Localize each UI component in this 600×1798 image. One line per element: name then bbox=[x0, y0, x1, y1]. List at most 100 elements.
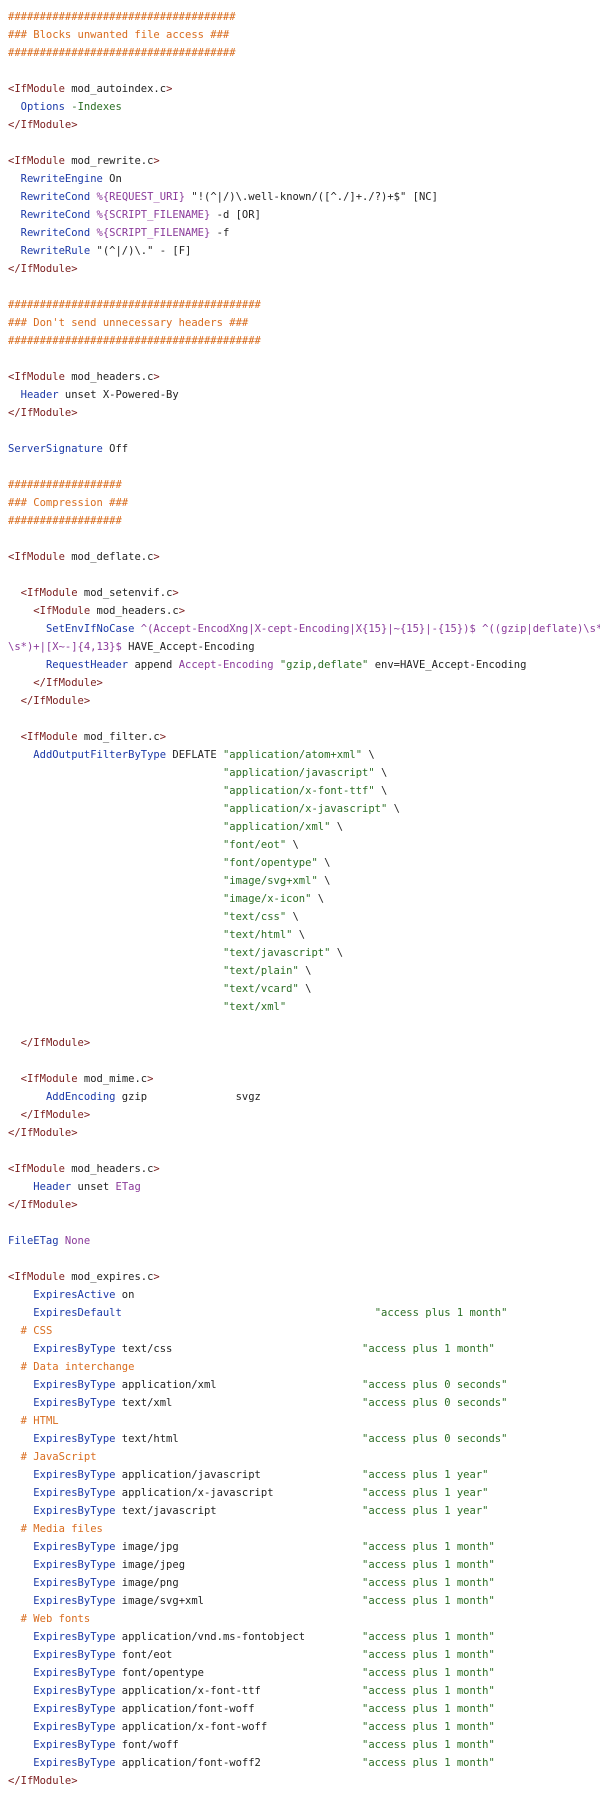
code-line: ### Blocks unwanted file access ### bbox=[8, 26, 600, 44]
code-string: "access plus 1 year" bbox=[362, 1505, 489, 1517]
code-comment: ######################################## bbox=[8, 335, 261, 347]
code-directive: ExpiresByType bbox=[33, 1379, 116, 1391]
code-text: mod_headers.c bbox=[64, 1163, 154, 1175]
code-directive: ExpiresByType bbox=[33, 1631, 116, 1643]
code-line: "image/svg+xml" \ bbox=[8, 872, 600, 890]
code-line: <IfModule mod_expires.c> bbox=[8, 1268, 600, 1286]
code-line: # Media files bbox=[8, 1520, 600, 1538]
code-line: ExpiresByType application/x-font-woff "a… bbox=[8, 1718, 600, 1736]
code-line: "image/x-icon" \ bbox=[8, 890, 600, 908]
code-line: ExpiresByType font/eot "access plus 1 mo… bbox=[8, 1646, 600, 1664]
code-directive: ExpiresByType bbox=[33, 1649, 116, 1661]
code-line: RewriteCond %{REQUEST_URI} "!(^|/)\.well… bbox=[8, 188, 600, 206]
code-string: "text/xml" bbox=[222, 1001, 287, 1013]
code-string: "access plus 1 year" bbox=[362, 1487, 489, 1499]
code-comment: #################################### bbox=[8, 47, 236, 59]
code-string: "access plus 1 month" bbox=[362, 1559, 495, 1571]
code-directive: ExpiresByType bbox=[33, 1757, 116, 1769]
code-line: <IfModule mod_headers.c> bbox=[8, 602, 600, 620]
code-text: application/x-font-woff bbox=[115, 1721, 363, 1733]
code-text: unset bbox=[71, 1181, 116, 1193]
code-line: ExpiresByType font/woff "access plus 1 m… bbox=[8, 1736, 600, 1754]
code-string: "access plus 1 month" bbox=[362, 1667, 495, 1679]
code-line: ######################################## bbox=[8, 296, 600, 314]
code-text: text/css bbox=[115, 1343, 363, 1355]
code-line: ExpiresByType application/font-woff2 "ac… bbox=[8, 1754, 600, 1772]
code-text: application/xml bbox=[115, 1379, 363, 1391]
code-directive: RewriteEngine bbox=[20, 173, 103, 185]
code-text: -d [OR] bbox=[210, 209, 261, 221]
code-line: FileETag None bbox=[8, 1232, 600, 1250]
code-line: ExpiresByType application/font-woff "acc… bbox=[8, 1700, 600, 1718]
code-string: "font/opentype" bbox=[222, 857, 318, 869]
code-line: RewriteRule "(^|/)\." - [F] bbox=[8, 242, 600, 260]
code-directive: RequestHeader bbox=[45, 659, 129, 671]
code-line: # JavaScript bbox=[8, 1448, 600, 1466]
code-directive: RewriteRule bbox=[20, 245, 91, 257]
code-text: application/javascript bbox=[115, 1469, 363, 1481]
code-string: "access plus 1 month" bbox=[362, 1721, 495, 1733]
code-tag: > bbox=[153, 551, 160, 563]
code-string: "application/x-font-ttf" bbox=[222, 785, 375, 797]
code-tag: <IfModule bbox=[8, 1163, 65, 1175]
code-directive: ExpiresByType bbox=[33, 1685, 116, 1697]
code-line: ExpiresByType application/x-javascript "… bbox=[8, 1484, 600, 1502]
code-line: </IfModule> bbox=[8, 674, 600, 692]
code-line: RewriteCond %{SCRIPT_FILENAME} -d [OR] bbox=[8, 206, 600, 224]
code-text: \ bbox=[374, 767, 388, 779]
code-text: on bbox=[115, 1289, 135, 1301]
code-text: \ bbox=[362, 749, 375, 761]
code-variable: \s*)+|[X~-]{4,13}$ bbox=[8, 641, 122, 653]
code-text: mod_rewrite.c bbox=[64, 155, 154, 167]
code-line: ######################################## bbox=[8, 332, 600, 350]
code-line: <IfModule mod_mime.c> bbox=[8, 1070, 600, 1088]
code-tag: </IfModule> bbox=[8, 407, 78, 419]
code-string: "access plus 1 month" bbox=[374, 1307, 508, 1319]
code-line: "text/css" \ bbox=[8, 908, 600, 926]
code-string: "image/svg+xml" bbox=[222, 875, 318, 887]
code-text: application/font-woff2 bbox=[115, 1757, 363, 1769]
code-variable: ^(Accept-EncodXng|X-cept-Encoding|X{15}|… bbox=[140, 623, 476, 635]
code-tag: <IfModule bbox=[20, 587, 78, 599]
code-directive: ExpiresActive bbox=[33, 1289, 116, 1301]
code-line: AddEncoding gzip svgz bbox=[8, 1088, 600, 1106]
code-comment: ################## bbox=[8, 479, 122, 491]
code-string: "access plus 1 month" bbox=[362, 1649, 495, 1661]
code-tag: > bbox=[153, 1163, 160, 1175]
code-text: mod_filter.c bbox=[77, 731, 160, 743]
code-text: \ bbox=[298, 965, 312, 977]
code-string: "access plus 0 seconds" bbox=[362, 1397, 508, 1409]
code-line: #################################### bbox=[8, 8, 600, 26]
code-line: </IfModule> bbox=[8, 116, 600, 134]
code-line: </IfModule> bbox=[8, 1772, 600, 1790]
code-string: "access plus 1 year" bbox=[362, 1469, 489, 1481]
code-string: "text/html" bbox=[222, 929, 293, 941]
code-text: \ bbox=[286, 839, 299, 851]
code-text: gzip svgz bbox=[115, 1091, 261, 1103]
code-tag: </IfModule> bbox=[8, 119, 78, 131]
code-line: </IfModule> bbox=[8, 1034, 600, 1052]
code-line: "text/vcard" \ bbox=[8, 980, 600, 998]
code-text: mod_autoindex.c bbox=[64, 83, 167, 95]
code-line: ExpiresByType application/vnd.ms-fontobj… bbox=[8, 1628, 600, 1646]
code-line: ### Don't send unnecessary headers ### bbox=[8, 314, 600, 332]
code-line: "application/x-javascript" \ bbox=[8, 800, 600, 818]
code-comment: ######################################## bbox=[8, 299, 261, 311]
